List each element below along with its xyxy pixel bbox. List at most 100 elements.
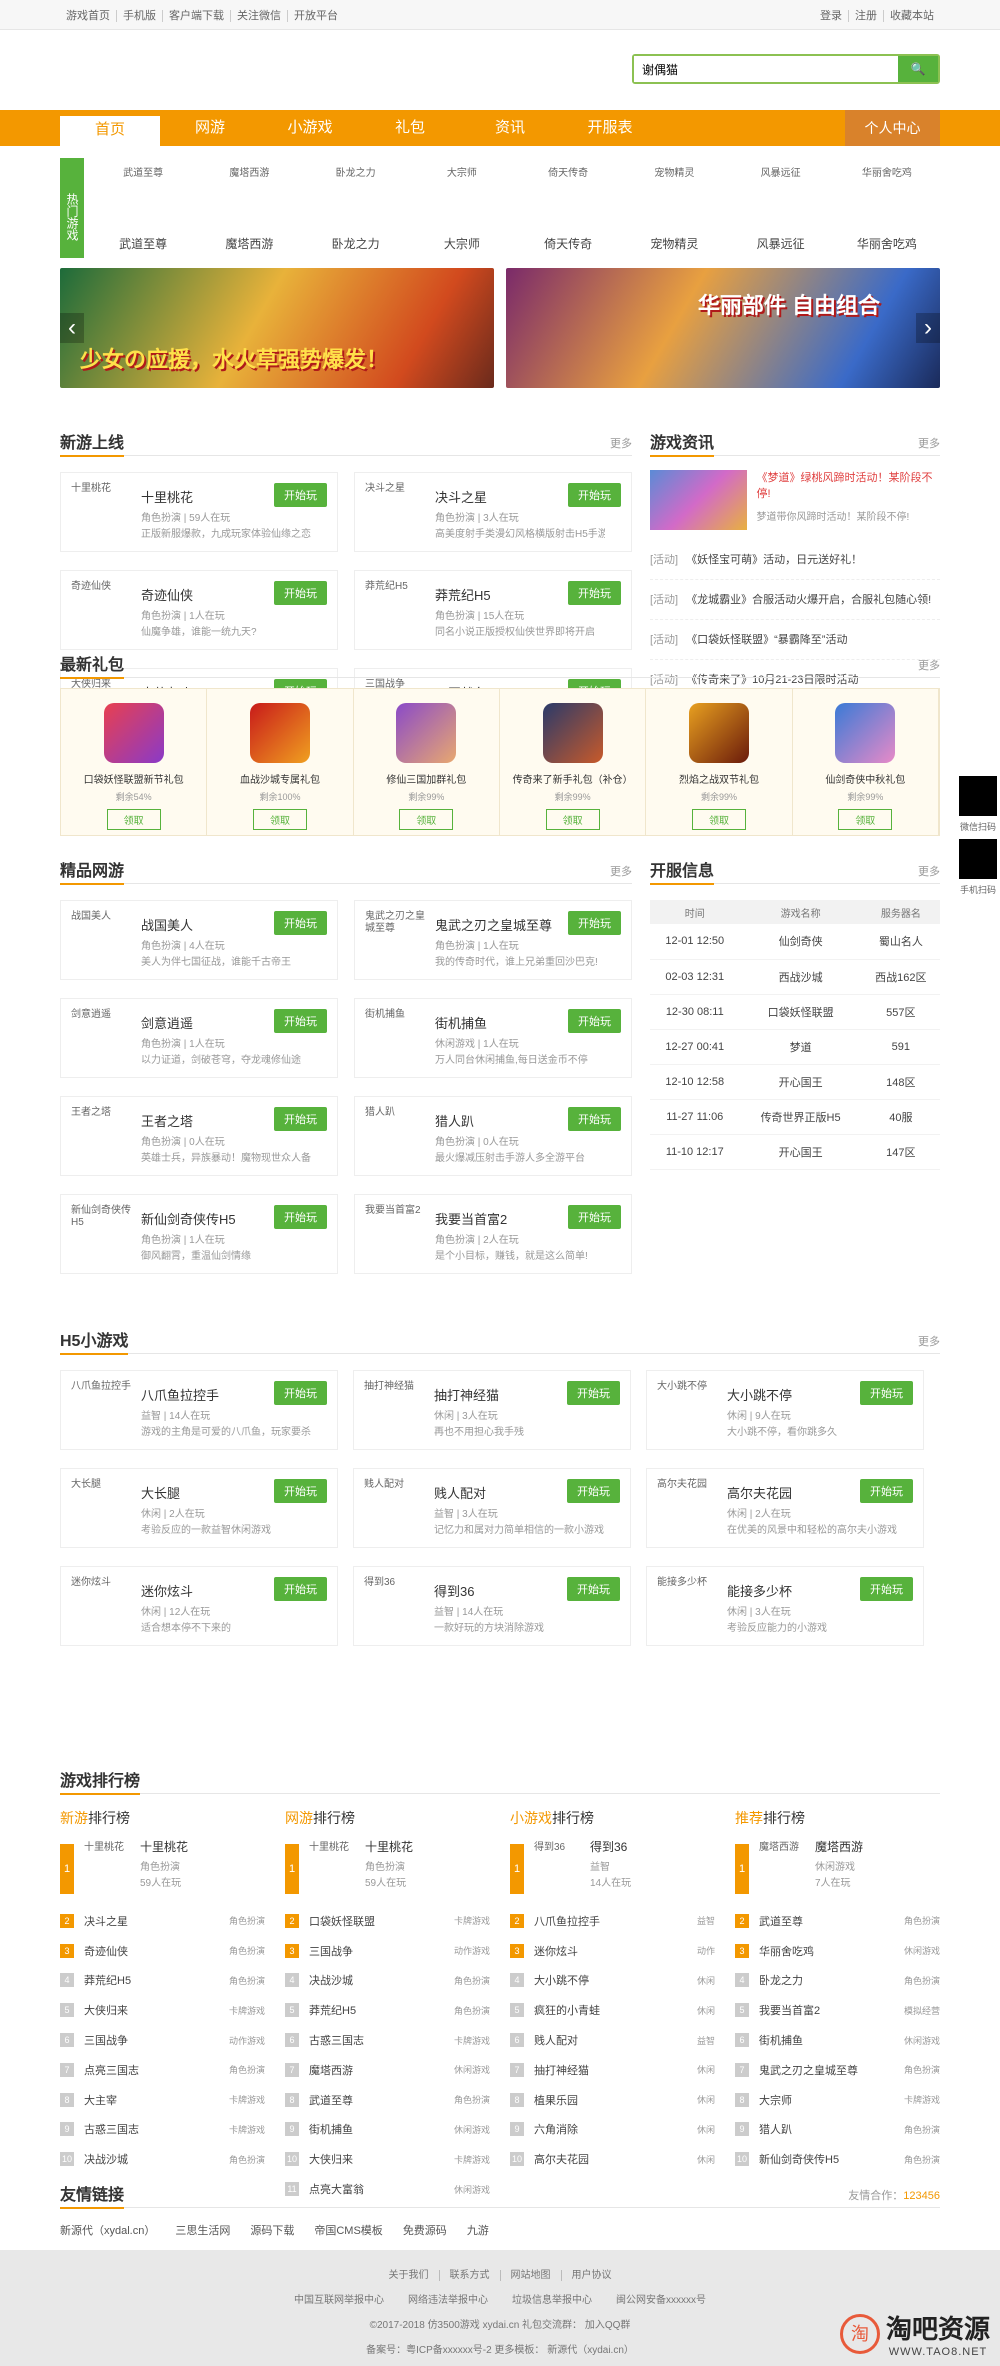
nav-home[interactable]: 首页 xyxy=(60,116,160,150)
hot-game-item[interactable]: 华丽舍吃鸡 华丽舍吃鸡 xyxy=(834,158,940,258)
game-name[interactable]: 大长腿 xyxy=(141,1483,180,1502)
rank-item[interactable]: 3 奇迹仙侠 角色扮演 xyxy=(60,1936,265,1966)
sitemap-link[interactable]: 网站地图 xyxy=(500,2270,562,2281)
more-link[interactable]: 更多 xyxy=(610,435,632,451)
rank-item[interactable]: 3 三国战争 动作游戏 xyxy=(285,1936,490,1966)
gift-name[interactable]: 传奇来了新手礼包（补仓） xyxy=(513,771,633,786)
claim-button[interactable]: 领取 xyxy=(838,809,893,830)
news-title[interactable]: 《妖怪宝可萌》活动，日元送好礼！ xyxy=(686,554,862,566)
server-row[interactable]: 11-27 11:06 传奇世界正版H5 40服 xyxy=(650,1099,940,1135)
game-name[interactable]: 华丽舍吃鸡 xyxy=(759,1943,904,1959)
gift-icon[interactable] xyxy=(103,703,164,763)
game-name[interactable]: 大侠归来 xyxy=(84,2002,229,2018)
hot-game-item[interactable]: 风暴远征 风暴远征 xyxy=(728,158,834,258)
play-button[interactable]: 开始玩 xyxy=(274,1205,327,1229)
game-name[interactable]: 十里桃花 xyxy=(141,487,193,506)
register-link[interactable]: 注册 xyxy=(849,10,884,22)
game-name[interactable]: 鬼武之刃之皇城至尊 xyxy=(759,2062,904,2078)
rank-item[interactable]: 6 三国战争 动作游戏 xyxy=(60,2025,265,2055)
contact-link[interactable]: 联系方式 xyxy=(439,2270,501,2281)
game-card[interactable]: 战国美人 战国美人 角色扮演 | 4人在玩 美人为伴七国征战，谁能千古帝王 开始玩 xyxy=(60,900,338,980)
claim-button[interactable]: 领取 xyxy=(399,809,454,830)
rank-item[interactable]: 2 武道至尊 角色扮演 xyxy=(735,1906,940,1936)
rank-item[interactable]: 5 大侠归来 卡牌游戏 xyxy=(60,1995,265,2025)
play-button[interactable]: 开始玩 xyxy=(860,1479,913,1503)
play-button[interactable]: 开始玩 xyxy=(568,1009,621,1033)
coop-qq[interactable]: 123456 xyxy=(903,2190,940,2202)
game-name[interactable]: 街机捕鱼 xyxy=(759,2032,904,2048)
play-button[interactable]: 开始玩 xyxy=(860,1577,913,1601)
rank-item[interactable]: 8 植果乐园 休闲 xyxy=(510,2085,715,2115)
game-name[interactable]: 决斗之星 xyxy=(435,487,487,506)
play-button[interactable]: 开始玩 xyxy=(568,1205,621,1229)
game-card[interactable]: 高尔夫花园 高尔夫花园 休闲 | 2人在玩 在优美的风景中和轻松的高尔夫小游戏 开始玩 xyxy=(646,1468,924,1548)
game-name[interactable]: 决战沙城 xyxy=(309,1972,454,1988)
play-button[interactable]: 开始玩 xyxy=(274,1577,327,1601)
play-button[interactable]: 开始玩 xyxy=(568,581,621,605)
news-item[interactable]: [活动] 《龙城霸业》合服活动火爆开启，合服礼包随心领! xyxy=(650,580,940,620)
game-name[interactable]: 奇迹仙侠 xyxy=(84,1943,229,1959)
rank-item[interactable]: 8 武道至尊 角色扮演 xyxy=(285,2085,490,2115)
rank-item[interactable]: 7 魔塔西游 休闲游戏 xyxy=(285,2055,490,2085)
report-link[interactable]: 闽公网安备xxxxxx号 xyxy=(616,2295,706,2306)
game-name[interactable]: 能接多少杯 xyxy=(727,1581,792,1600)
open-platform-link[interactable]: 开放平台 xyxy=(288,10,344,22)
gift-icon[interactable] xyxy=(835,703,896,763)
claim-button[interactable]: 领取 xyxy=(691,809,746,830)
rank-item[interactable]: 2 决斗之星 角色扮演 xyxy=(60,1906,265,1936)
rank-item[interactable]: 10 高尔夫花园 休闲 xyxy=(510,2144,715,2174)
game-name[interactable]: 高尔夫花园 xyxy=(727,1483,792,1502)
game-name[interactable]: 奇迹仙侠 xyxy=(141,585,193,604)
game-card[interactable]: 十里桃花 十里桃花 角色扮演 | 59人在玩 正版新服爆款，九成玩家体验仙缘之恋 开始玩 xyxy=(60,472,338,552)
rank-item[interactable]: 10 新仙剑奇侠传H5 角色扮演 xyxy=(735,2144,940,2174)
game-name[interactable]: 得到36 xyxy=(590,1838,627,1855)
game-name[interactable]: 莽荒纪H5 xyxy=(84,1972,229,1988)
server-row[interactable]: 02-03 12:31 西战沙城 西战162区 xyxy=(650,959,940,995)
nav-server[interactable]: 开服表 xyxy=(560,110,660,146)
game-name[interactable]: 我要当首富2 xyxy=(759,2002,904,2018)
nav-online[interactable]: 网游 xyxy=(160,110,260,146)
hot-game-item[interactable]: 魔塔西游 魔塔西游 xyxy=(196,158,302,258)
rank-top-item[interactable]: 1 得到36 得到36 益智 14人在玩 xyxy=(510,1838,715,1896)
hot-game-item[interactable]: 宠物精灵 宠物精灵 xyxy=(621,158,727,258)
rank-item[interactable]: 9 六角消除 休闲 xyxy=(510,2115,715,2145)
server-row[interactable]: 12-27 00:41 梦道 591 xyxy=(650,1029,940,1065)
game-name[interactable]: 迷你炫斗 xyxy=(141,1581,193,1600)
game-name[interactable]: 新仙剑奇侠传H5 xyxy=(141,1209,236,1228)
game-name[interactable]: 猎人趴 xyxy=(435,1111,474,1130)
play-button[interactable]: 开始玩 xyxy=(568,483,621,507)
game-name[interactable]: 新仙剑奇侠传H5 xyxy=(759,2151,904,2167)
game-name[interactable]: 鬼武之刃之皇城至尊 xyxy=(435,915,552,934)
game-name[interactable]: 三国战争 xyxy=(309,1943,454,1959)
more-link[interactable]: 更多 xyxy=(918,435,940,451)
rank-item[interactable]: 3 迷你炫斗 动作 xyxy=(510,1936,715,1966)
game-name[interactable]: 大侠归来 xyxy=(309,2151,454,2167)
login-link[interactable]: 登录 xyxy=(814,10,849,22)
gift-icon[interactable] xyxy=(542,703,603,763)
home-link[interactable]: 游戏首页 xyxy=(60,10,117,22)
prev-arrow-icon[interactable]: ‹ xyxy=(60,313,84,343)
game-card[interactable]: 八爪鱼拉控手八爪鱼拉控手益智 | 14人在玩游戏的主角是可爱的八爪鱼，玩家要杀死… xyxy=(60,1370,338,1450)
friend-link[interactable]: 免费源码 xyxy=(403,2222,447,2238)
game-name[interactable]: 大小跳不停 xyxy=(534,1972,697,1988)
game-name[interactable]: 得到36 xyxy=(434,1581,474,1600)
game-name[interactable]: 决斗之星 xyxy=(84,1913,229,1929)
game-name[interactable]: 武道至尊 xyxy=(309,2092,454,2108)
game-name[interactable]: 我要当首富2 xyxy=(435,1209,507,1228)
game-name[interactable]: 口袋妖怪联盟 xyxy=(309,1913,454,1929)
game-name[interactable]: 高尔夫花园 xyxy=(534,2151,697,2167)
friend-link[interactable]: 新源代（xydal.cn） xyxy=(60,2222,155,2238)
more-link[interactable]: 更多 xyxy=(918,863,940,879)
rank-item[interactable]: 7 抽打神经猫 休闲 xyxy=(510,2055,715,2085)
hot-game-item[interactable]: 武道至尊 武道至尊 xyxy=(90,158,196,258)
news-title[interactable]: 《龙城霸业》合服活动火爆开启，合服礼包随心领! xyxy=(686,594,931,606)
hot-game-item[interactable]: 倚天传奇 倚天传奇 xyxy=(515,158,621,258)
play-button[interactable]: 开始玩 xyxy=(860,1381,913,1405)
news-item[interactable]: [活动] 《妖怪宝可萌》活动，日元送好礼！ xyxy=(650,540,940,580)
rank-item[interactable]: 2 八爪鱼拉控手 益智 xyxy=(510,1906,715,1936)
game-name[interactable]: 大宗师 xyxy=(759,2092,904,2108)
game-name[interactable]: 八爪鱼拉控手 xyxy=(534,1913,697,1929)
game-name[interactable]: 街机捕鱼 xyxy=(309,2121,454,2137)
friend-link[interactable]: 九游 xyxy=(467,2222,489,2238)
game-card[interactable]: 贱人配对 贱人配对 益智 | 3人在玩 记忆力和属对力简单相信的一款小游戏 开始玩 xyxy=(353,1468,631,1548)
